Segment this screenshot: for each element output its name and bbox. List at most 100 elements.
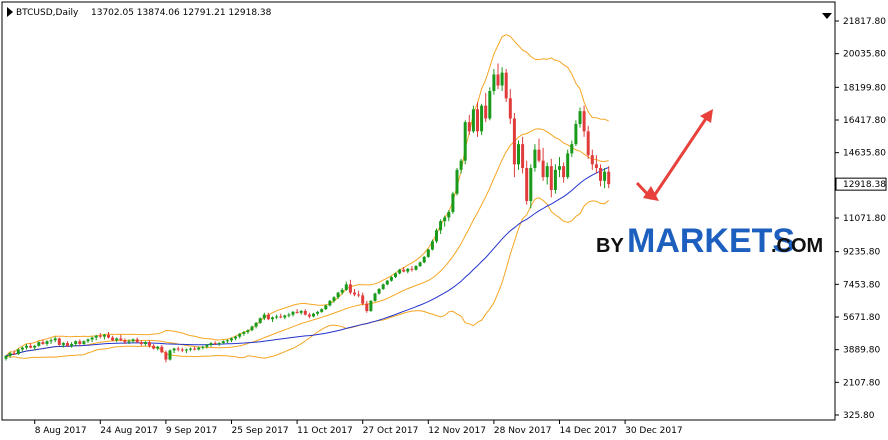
candle-body — [197, 347, 201, 350]
price-tick-label: 21817.80 — [843, 17, 886, 27]
candle-body — [484, 105, 488, 119]
candle-body — [529, 167, 533, 201]
candle-body — [172, 348, 176, 351]
candle-body — [385, 280, 389, 285]
price-tick-label: 5671.80 — [843, 313, 880, 323]
candle-body — [53, 338, 57, 341]
candle-body — [12, 353, 16, 355]
candle-body — [549, 166, 553, 190]
candle-body — [180, 349, 184, 351]
candle-body — [344, 284, 348, 290]
candle-body — [430, 241, 434, 250]
candle-bullish — [471, 105, 475, 134]
candle-body — [541, 160, 545, 178]
candle-body — [234, 336, 238, 339]
candlestick-chart: 21817.80 20035.80 18199.80 16417.80 14635.80… — [1, 1, 887, 436]
time-tick-label: 24 Aug 2017 — [100, 426, 158, 436]
candle-body — [451, 193, 455, 212]
brand-com: .COM — [771, 235, 823, 257]
candle-body — [348, 284, 352, 293]
candle-body — [566, 153, 570, 178]
candle-body — [250, 326, 254, 331]
candle-bullish — [373, 292, 377, 302]
candle-body — [594, 164, 598, 168]
candle-body — [500, 72, 504, 86]
candle-bullish — [16, 348, 20, 355]
candle-body — [307, 314, 311, 317]
time-tick-label: 12 Nov 2017 — [428, 426, 486, 436]
candle-bullish — [574, 120, 578, 146]
brand-logo: BY MARKETS .COM — [596, 222, 823, 260]
candle-body — [168, 350, 172, 360]
candle-body — [258, 318, 262, 323]
price-tick-label: 325.80 — [843, 411, 875, 421]
candle-body — [45, 341, 49, 344]
ohlc-values: 13702.05 13874.06 12791.21 12918.38 — [91, 8, 272, 18]
candle-body — [603, 171, 607, 181]
candle-body — [230, 338, 233, 341]
candle-body — [262, 314, 266, 319]
brand-by: BY — [596, 235, 624, 257]
candle-body — [90, 337, 94, 340]
candle-body — [115, 338, 119, 341]
price-tick-label: 16417.80 — [843, 116, 886, 126]
candle-body — [471, 109, 475, 132]
candle-body — [328, 300, 332, 306]
candle-body — [488, 90, 492, 119]
candle-body — [463, 122, 467, 161]
time-axis: 8 Aug 2017 24 Aug 2017 9 Sep 2017 25 Sep 20… — [34, 420, 683, 436]
candle-body — [517, 144, 520, 165]
candle-body — [37, 342, 41, 346]
candle-body — [20, 347, 24, 350]
candle-bullish — [168, 349, 172, 361]
candle-body — [558, 166, 561, 170]
candle-bullish — [426, 248, 430, 258]
time-tick-label: 25 Sep 2017 — [232, 426, 289, 436]
candle-body — [225, 340, 229, 342]
chart-area: 21817.80 20035.80 18199.80 16417.80 14635.80… — [0, 0, 888, 440]
candle-body — [447, 211, 451, 218]
candle-body — [295, 311, 299, 313]
price-axis: 21817.80 20035.80 18199.80 16417.80 14635.80… — [835, 17, 887, 421]
candle-body — [459, 160, 463, 170]
candle-body — [496, 74, 500, 86]
candle-body — [599, 167, 602, 181]
price-tick-label: 9235.80 — [843, 248, 880, 258]
candle-body — [266, 314, 270, 320]
candle-body — [369, 300, 373, 311]
brand-main: MARKETS — [627, 222, 795, 260]
candle-body — [193, 348, 197, 350]
candle-bullish — [455, 167, 459, 196]
candle-body — [33, 345, 37, 348]
candle-body — [221, 341, 225, 344]
candle-body — [111, 337, 115, 341]
candle-bullish — [381, 283, 385, 290]
candle-body — [16, 349, 20, 355]
candle-body — [578, 111, 582, 124]
price-tick-label: 14635.80 — [843, 149, 886, 159]
candle-body — [57, 338, 61, 345]
candle-body — [254, 322, 258, 327]
candle-bullish — [369, 299, 373, 312]
candle-body — [238, 333, 242, 337]
candle-body — [357, 294, 361, 296]
price-tick-label: 20035.80 — [843, 50, 886, 60]
candle-body — [148, 342, 151, 346]
candle-bullish — [488, 87, 492, 121]
candle-body — [164, 352, 168, 360]
candle-body — [394, 273, 397, 278]
candle-body — [418, 262, 422, 267]
candle-body — [553, 169, 557, 190]
candle-body — [201, 346, 205, 348]
candle-bearish — [57, 337, 61, 346]
candle-body — [525, 167, 529, 201]
candle-body — [476, 109, 479, 132]
candle-body — [521, 144, 525, 168]
candle-body — [340, 289, 344, 293]
candle-body — [283, 315, 287, 318]
candle-body — [320, 309, 324, 312]
candle-body — [381, 284, 385, 289]
candle-body — [152, 345, 156, 349]
candle-body — [242, 332, 246, 334]
time-tick-label: 14 Dec 2017 — [560, 426, 618, 436]
